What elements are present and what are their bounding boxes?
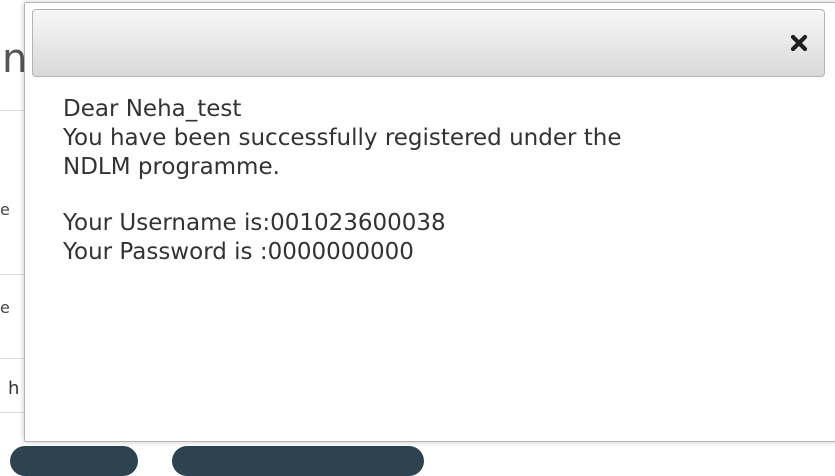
background-button[interactable] bbox=[10, 446, 138, 476]
success-message-line: You have been successfully registered un… bbox=[63, 125, 622, 151]
background-text-fragment: e bbox=[0, 298, 10, 317]
dialog-header bbox=[32, 9, 825, 77]
greeting-text: Dear Neha_test bbox=[63, 96, 242, 122]
background-button[interactable] bbox=[172, 446, 424, 476]
registration-success-dialog: Dear Neha_test You have been successfull… bbox=[24, 2, 835, 442]
close-icon bbox=[790, 34, 808, 52]
background-text-fragment: e bbox=[0, 200, 10, 219]
password-text: Your Password is :0000000000 bbox=[63, 239, 414, 265]
background-text-fragment: h bbox=[8, 378, 20, 399]
close-button[interactable] bbox=[788, 32, 810, 54]
dialog-body: Dear Neha_test You have been successfull… bbox=[63, 95, 803, 267]
success-message-line: NDLM programme. bbox=[63, 154, 280, 180]
username-text: Your Username is:001023600038 bbox=[63, 210, 446, 236]
